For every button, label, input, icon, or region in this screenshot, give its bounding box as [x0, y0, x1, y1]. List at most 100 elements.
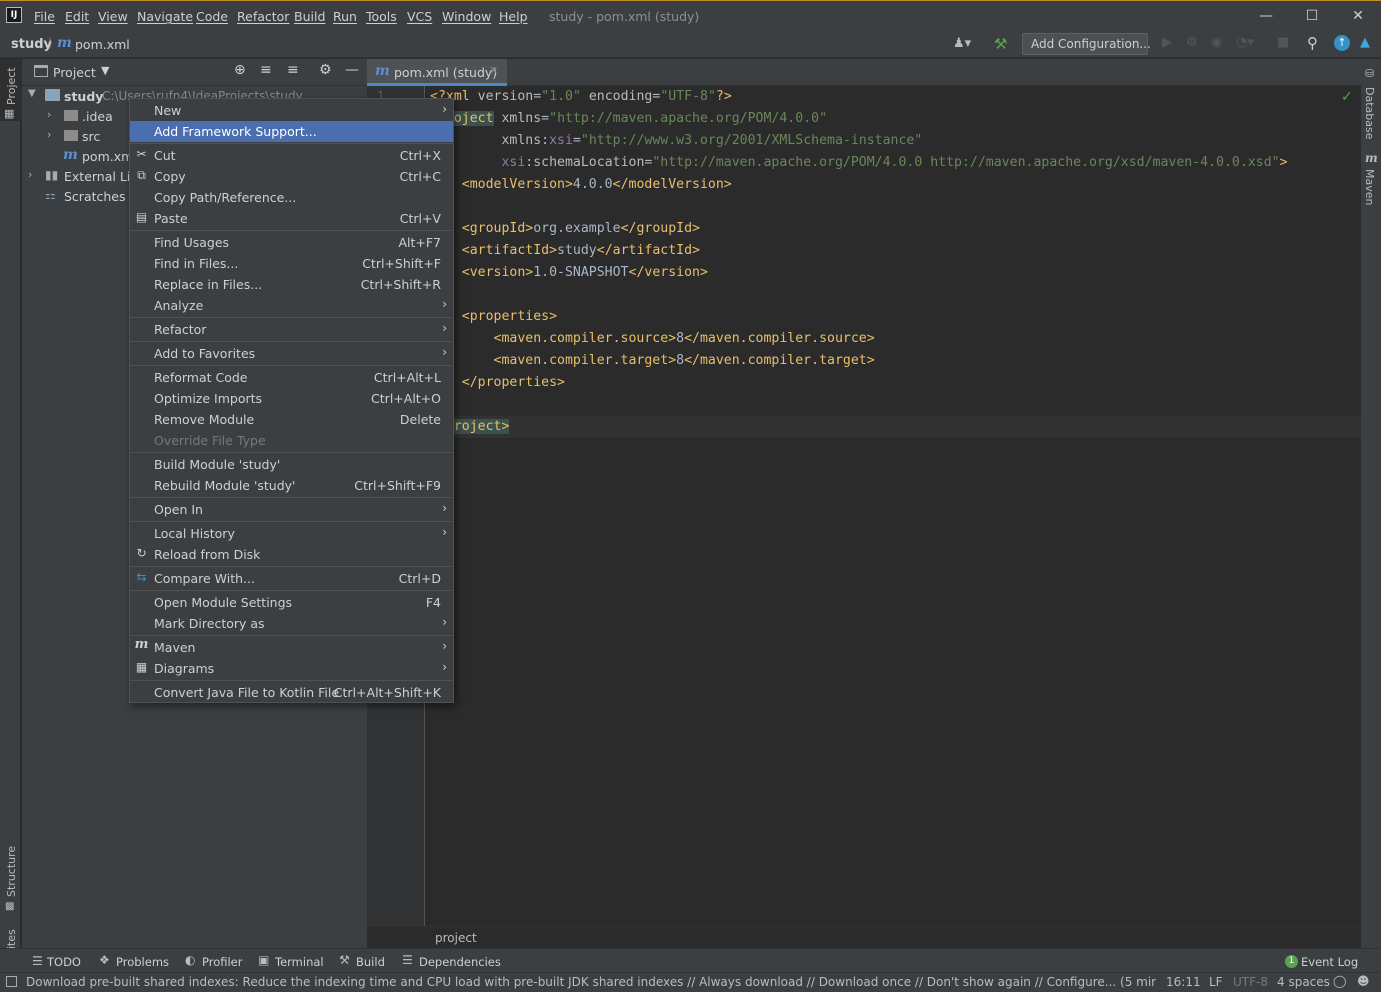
menu-item-reload-from-disk[interactable]: ↻ Reload from Disk	[130, 544, 453, 565]
maven-tool-tab[interactable]: Maven	[1363, 169, 1376, 205]
menu-file[interactable]: File	[34, 9, 55, 24]
menu-item-rebuild-module[interactable]: Rebuild Module 'study' Ctrl+Shift+F9	[130, 475, 453, 496]
menu-item-new[interactable]: New ›	[130, 100, 453, 121]
menu-code[interactable]: Code	[196, 9, 228, 24]
tree-row-pom[interactable]: m pom.xml	[22, 147, 129, 167]
menu-navigate[interactable]: Navigate	[137, 9, 193, 24]
menu-view[interactable]: View	[98, 9, 128, 24]
menu-vcs[interactable]: VCS	[407, 9, 432, 24]
profiler-tool-tab[interactable]: Profiler	[202, 955, 243, 969]
menu-item-local-history[interactable]: Local History ›	[130, 523, 453, 544]
debug-icon[interactable]: ⚙	[1186, 35, 1198, 50]
menu-item-shortcut: Ctrl+Alt+Shift+K	[333, 685, 441, 700]
menu-item-add-to-favorites[interactable]: Add to Favorites ›	[130, 343, 453, 364]
locate-icon[interactable]: ⊕	[234, 62, 246, 78]
lock-icon[interactable]: ◯	[1333, 974, 1346, 988]
search-icon[interactable]: ⚲	[1307, 34, 1318, 52]
maximize-icon[interactable]: ☐	[1292, 4, 1332, 28]
menu-item-convert-to-kotlin[interactable]: Convert Java File to Kotlin File Ctrl+Alt…	[130, 682, 453, 703]
menu-item-build-module[interactable]: Build Module 'study'	[130, 454, 453, 475]
status-encoding[interactable]: UTF-8	[1233, 975, 1268, 989]
user-icon[interactable]: ♟▾	[953, 36, 971, 51]
nav-file[interactable]: pom.xml	[75, 37, 130, 52]
menu-item-reformat-code[interactable]: Reformat Code Ctrl+Alt+L	[130, 367, 453, 388]
minimize-icon[interactable]: —	[1246, 4, 1286, 28]
collapsed-arrow-icon[interactable]: ›	[47, 128, 51, 141]
build-icon: ⚒	[339, 953, 350, 967]
menu-item-diagrams[interactable]: ▦ Diagrams ›	[130, 658, 453, 679]
add-configuration-button[interactable]: Add Configuration...	[1022, 33, 1151, 55]
tree-row-scratches[interactable]: ⚏ Scratches and Consoles	[22, 187, 129, 207]
menu-item-remove-module[interactable]: Remove Module Delete	[130, 409, 453, 430]
terminal-tool-tab[interactable]: Terminal	[275, 955, 324, 969]
close-tab-icon[interactable]: ✕	[489, 64, 498, 77]
status-layout-icon[interactable]	[6, 976, 17, 987]
tree-row-src[interactable]: › src	[22, 127, 129, 147]
menu-item-copy[interactable]: ⧉ Copy Ctrl+C	[130, 166, 453, 187]
menu-item-copy-path[interactable]: Copy Path/Reference...	[130, 187, 453, 208]
structure-tool-tab[interactable]: Structure	[5, 846, 18, 897]
collapsed-arrow-icon[interactable]: ›	[47, 108, 51, 121]
stop-icon[interactable]: ■	[1277, 35, 1289, 50]
menu-item-replace-in-files[interactable]: Replace in Files... Ctrl+Shift+R	[130, 274, 453, 295]
status-indent[interactable]: 4 spaces	[1277, 975, 1330, 989]
menu-refactor[interactable]: Refactor	[237, 9, 289, 24]
menu-item-mark-directory-as[interactable]: Mark Directory as ›	[130, 613, 453, 634]
menu-item-find-in-files[interactable]: Find in Files... Ctrl+Shift+F	[130, 253, 453, 274]
status-message[interactable]: Download pre-built shared indexes: Reduc…	[26, 975, 1156, 989]
run-icon[interactable]: ▶	[1162, 35, 1172, 50]
menu-item-find-usages[interactable]: Find Usages Alt+F7	[130, 232, 453, 253]
event-log-tool-tab[interactable]: Event Log	[1301, 955, 1358, 969]
tab-pom-xml[interactable]: m pom.xml (study) ✕	[367, 59, 507, 86]
menu-tools[interactable]: Tools	[366, 9, 397, 24]
menu-help[interactable]: Help	[499, 9, 528, 24]
status-time[interactable]: 16:11	[1166, 975, 1201, 989]
todo-tool-tab[interactable]: TODO	[47, 955, 81, 969]
menu-item-paste[interactable]: ▤ Paste Ctrl+V	[130, 208, 453, 229]
status-bar: Download pre-built shared indexes: Reduc…	[0, 972, 1381, 992]
code-with-me-icon[interactable]: ▲	[1360, 35, 1370, 50]
database-tool-tab[interactable]: Database	[1363, 87, 1376, 140]
menu-item-compare-with[interactable]: ⇆ Compare With... Ctrl+D	[130, 568, 453, 589]
build-tool-tab[interactable]: Build	[356, 955, 385, 969]
menu-separator	[130, 521, 453, 522]
menu-edit[interactable]: Edit	[65, 9, 89, 24]
menu-window[interactable]: Window	[442, 9, 491, 24]
menu-separator	[130, 680, 453, 681]
tree-row-external-libraries[interactable]: › ▮▮ External Libraries	[22, 167, 129, 187]
collapse-all-icon[interactable]: ≡	[287, 62, 299, 78]
breadcrumb-project[interactable]: project	[435, 931, 477, 945]
update-icon[interactable]: ↑	[1334, 35, 1350, 51]
menu-item-open-module-settings[interactable]: Open Module Settings F4	[130, 592, 453, 613]
menu-item-open-in[interactable]: Open In ›	[130, 499, 453, 520]
menu-item-analyze[interactable]: Analyze ›	[130, 295, 453, 316]
inspector-icon[interactable]: ☻	[1357, 974, 1370, 988]
build-hammer-icon[interactable]: ⚒	[994, 35, 1007, 53]
code-line-8: <artifactId>study</artifactId>	[430, 243, 700, 258]
context-menu: New › Add Framework Support... ✂ Cut Ctrl+X…	[129, 98, 454, 703]
menu-run[interactable]: Run	[333, 9, 357, 24]
tree-row-idea[interactable]: › .idea	[22, 107, 129, 127]
menu-item-add-framework-support[interactable]: Add Framework Support...	[130, 121, 453, 142]
menu-item-cut[interactable]: ✂ Cut Ctrl+X	[130, 145, 453, 166]
close-window-icon[interactable]: ✕	[1338, 4, 1378, 28]
project-tool-tab[interactable]: Project	[5, 67, 18, 105]
hide-panel-icon[interactable]: —	[345, 62, 359, 78]
coverage-icon[interactable]: ◉	[1211, 35, 1222, 50]
menu-item-maven[interactable]: m Maven ›	[130, 637, 453, 658]
problems-tool-tab[interactable]: Problems	[116, 955, 169, 969]
status-line-separator[interactable]: LF	[1209, 975, 1223, 989]
expand-all-icon[interactable]: ≡	[260, 62, 272, 78]
project-view-title[interactable]: Project	[53, 65, 96, 80]
collapsed-arrow-icon[interactable]: ›	[28, 168, 32, 181]
dependencies-tool-tab[interactable]: Dependencies	[419, 955, 501, 969]
menu-item-refactor[interactable]: Refactor ›	[130, 319, 453, 340]
gear-icon[interactable]: ⚙	[319, 62, 332, 78]
code-editor[interactable]	[367, 86, 1361, 926]
expand-arrow-icon[interactable]: ▼	[28, 88, 36, 99]
menu-build[interactable]: Build	[294, 9, 325, 24]
profile-icon[interactable]: ◔▾	[1236, 35, 1254, 50]
nav-project[interactable]: study	[11, 37, 52, 52]
chevron-down-icon[interactable]: ▼	[101, 64, 109, 77]
menu-item-optimize-imports[interactable]: Optimize Imports Ctrl+Alt+O	[130, 388, 453, 409]
